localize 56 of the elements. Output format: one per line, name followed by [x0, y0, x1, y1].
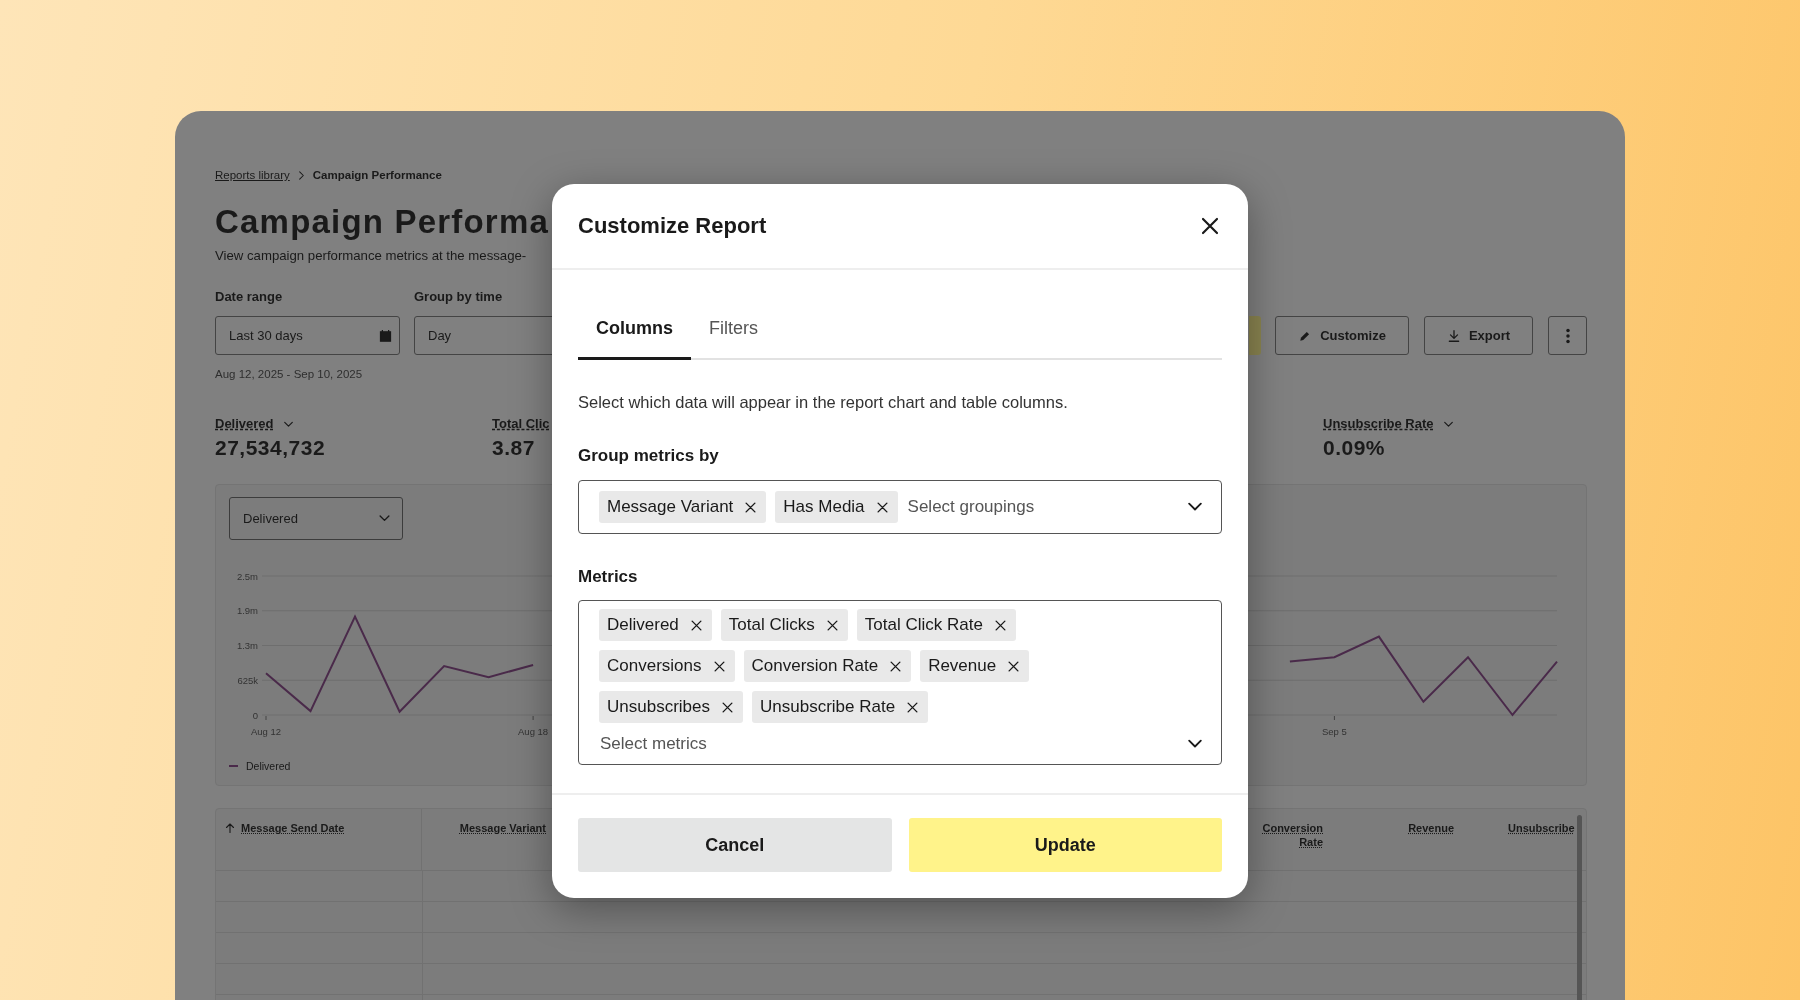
metric-label[interactable]: Total Clic [492, 415, 550, 433]
metrics-select[interactable]: Delivered Total Clicks Total Click Rate Conversions Conversion Rate Revenue Unsubscribes Unsubscribe Rate Select metrics [578, 600, 1222, 765]
column-header[interactable]: Message Variant [459, 821, 546, 835]
tab[interactable]: Columns [578, 303, 691, 360]
column-header[interactable]: Conversion Rate [1253, 821, 1323, 849]
metric-value: 0.09% [1323, 435, 1386, 461]
axis-label: 625k [237, 674, 258, 686]
column-header[interactable]: Unsubscribe [1508, 821, 1575, 835]
more-button[interactable] [1548, 316, 1587, 355]
groupings-select[interactable]: Message Variant Has Media Select groupings [578, 480, 1222, 534]
date-summary: Aug 12, 2025 - Sep 10, 2025 [215, 367, 363, 382]
export-button[interactable]: Export [1424, 316, 1533, 355]
page-subtitle: View campaign performance metrics at the message- [215, 247, 527, 265]
chip: Message Variant [599, 491, 767, 523]
legend-label: Delivered [246, 759, 291, 774]
chip: Conversion Rate [743, 650, 912, 682]
metric-label[interactable]: Delivered [215, 415, 274, 433]
metric-select[interactable]: Delivered [229, 497, 403, 540]
column-header[interactable]: Revenue [1408, 821, 1454, 835]
axis-label: 1.9m [236, 605, 258, 617]
field-label: Group metrics by [578, 445, 720, 467]
calendar-icon [378, 328, 393, 343]
chip: Revenue [920, 650, 1030, 682]
dialog-title: Customize Report [578, 213, 767, 239]
breadcrumb-current: Campaign Performance [312, 168, 442, 183]
download-icon [1446, 328, 1461, 343]
axis-label: 1.3m [236, 640, 258, 651]
chip: Delivered [599, 609, 712, 641]
chip: Conversions [599, 650, 735, 682]
chip: Total Clicks [720, 609, 848, 641]
more-icon [1565, 327, 1570, 344]
axis-label: Sep 5 [1322, 726, 1347, 737]
chip: Total Click Rate [856, 609, 1016, 641]
chip: Has Media [775, 491, 898, 523]
cancel-button[interactable]: Cancel [578, 818, 892, 872]
update-button[interactable]: Update [908, 818, 1222, 872]
page-title: Campaign Performa [215, 202, 549, 242]
metric-value: 27,534,732 [215, 435, 326, 461]
column-header[interactable]: Message Send Date [224, 821, 345, 835]
breadcrumb-link[interactable]: Reports library [215, 167, 290, 183]
tab[interactable]: Filters [691, 303, 776, 360]
axis-label: Aug 18 [518, 726, 549, 737]
scrollbar[interactable] [1577, 815, 1582, 1000]
customize-button[interactable]: Customize [1275, 316, 1409, 355]
axis-label: Aug 12 [250, 726, 282, 737]
axis-label: 2.5m [236, 570, 258, 582]
field-label: Group by time [414, 288, 504, 306]
field-label: Metrics [578, 566, 639, 588]
field-label: Date range [215, 288, 284, 306]
chip: Unsubscribe Rate [752, 691, 929, 723]
axis-label: 0 [252, 709, 258, 721]
date-range-field[interactable]: Last 30 days [215, 316, 400, 355]
chip: Unsubscribes [599, 691, 743, 723]
description: Select which data will appear in the report chart and table columns. [578, 392, 1069, 413]
metric-label[interactable]: Unsubscribe Rate [1323, 415, 1434, 433]
metric-value: 3.87 [492, 435, 535, 461]
